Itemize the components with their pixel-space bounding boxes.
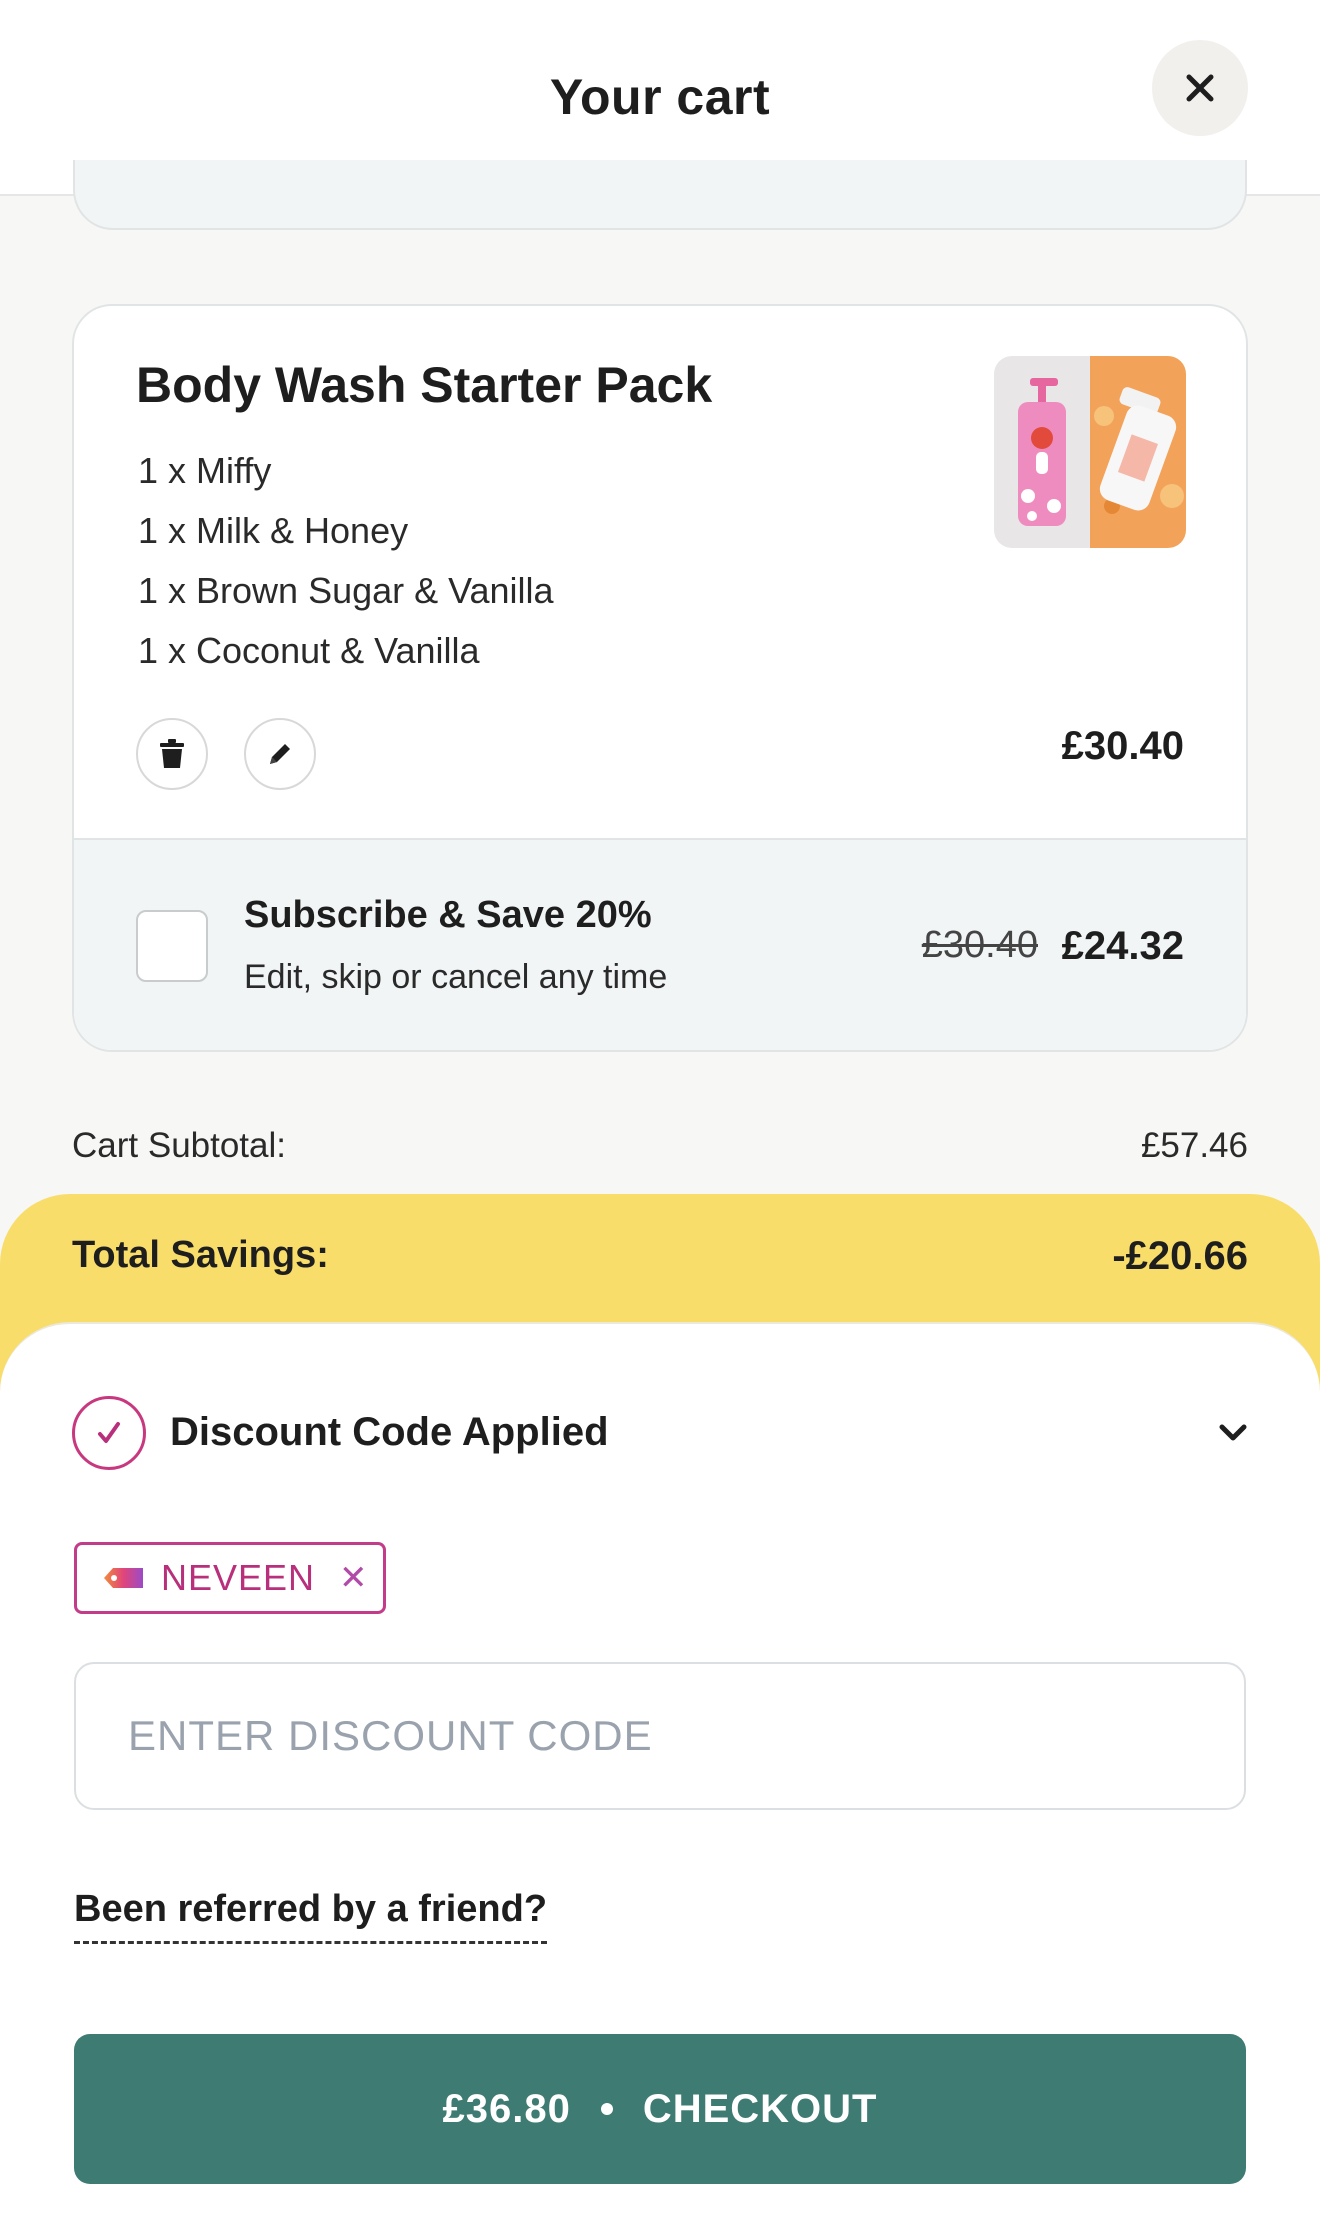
honey-bottle-image xyxy=(1090,356,1186,548)
checkout-label: CHECKOUT xyxy=(642,2086,878,2131)
checkout-sheet: Discount Code Applied NEVEEN ✕ Been refe… xyxy=(0,1322,1320,2235)
product-image xyxy=(994,356,1186,548)
bundle-item: 1 x Coconut & Vanilla xyxy=(138,630,480,671)
subscribe-checkbox[interactable] xyxy=(136,910,208,982)
close-icon xyxy=(1186,74,1214,102)
previous-cart-item xyxy=(73,160,1247,230)
subscribe-description: Edit, skip or cancel any time xyxy=(244,958,668,996)
subtotal-value: £57.46 xyxy=(1140,1126,1248,1165)
miffy-bottle-image xyxy=(994,356,1090,548)
discount-applied-status xyxy=(72,1396,146,1470)
subscribe-discounted-price: £24.32 xyxy=(1061,924,1184,968)
subscribe-title: Subscribe & Save 20% xyxy=(244,894,652,936)
applied-code-text: NEVEEN xyxy=(161,1557,316,1598)
separator-dot xyxy=(600,2103,613,2115)
checkout-amount: £36.80 xyxy=(442,2086,571,2131)
product-title: Body Wash Starter Pack xyxy=(136,357,713,413)
checkmark-icon xyxy=(98,1422,120,1443)
item-price: £30.40 xyxy=(1061,724,1184,768)
bundle-item: 1 x Miffy xyxy=(138,450,272,491)
bundle-item: 1 x Milk & Honey xyxy=(138,510,409,551)
tag-icon xyxy=(104,1568,143,1588)
close-button[interactable] xyxy=(1152,40,1248,136)
bundle-item: 1 x Brown Sugar & Vanilla xyxy=(138,570,554,611)
page-title: Your cart xyxy=(549,69,771,125)
savings-value: -£20.66 xyxy=(1112,1234,1248,1278)
savings-label: Total Savings: xyxy=(72,1234,329,1276)
bundle-contents: 1 x Miffy 1 x Milk & Honey 1 x Brown Sug… xyxy=(138,441,554,681)
chevron-down-icon[interactable] xyxy=(1216,1416,1250,1450)
applied-discount-chip: NEVEEN ✕ xyxy=(74,1542,386,1614)
edit-item-button[interactable] xyxy=(244,718,316,790)
trash-icon xyxy=(160,739,184,768)
discount-code-input[interactable] xyxy=(74,1662,1246,1810)
discount-status-label: Discount Code Applied xyxy=(170,1410,609,1454)
remove-code-button[interactable]: ✕ xyxy=(339,1561,368,1595)
subtotal-label: Cart Subtotal: xyxy=(72,1126,286,1165)
pencil-icon xyxy=(270,744,290,764)
subscribe-original-price: £30.40 xyxy=(921,924,1038,966)
delete-item-button[interactable] xyxy=(136,718,208,790)
referral-link[interactable]: Been referred by a friend? xyxy=(74,1888,548,1944)
subscribe-option[interactable]: Subscribe & Save 20% Edit, skip or cance… xyxy=(74,838,1246,1050)
checkout-button[interactable]: £36.80 CHECKOUT xyxy=(74,2034,1246,2184)
cart-item-card: Body Wash Starter Pack 1 x Miffy 1 x Mil… xyxy=(72,304,1248,1052)
